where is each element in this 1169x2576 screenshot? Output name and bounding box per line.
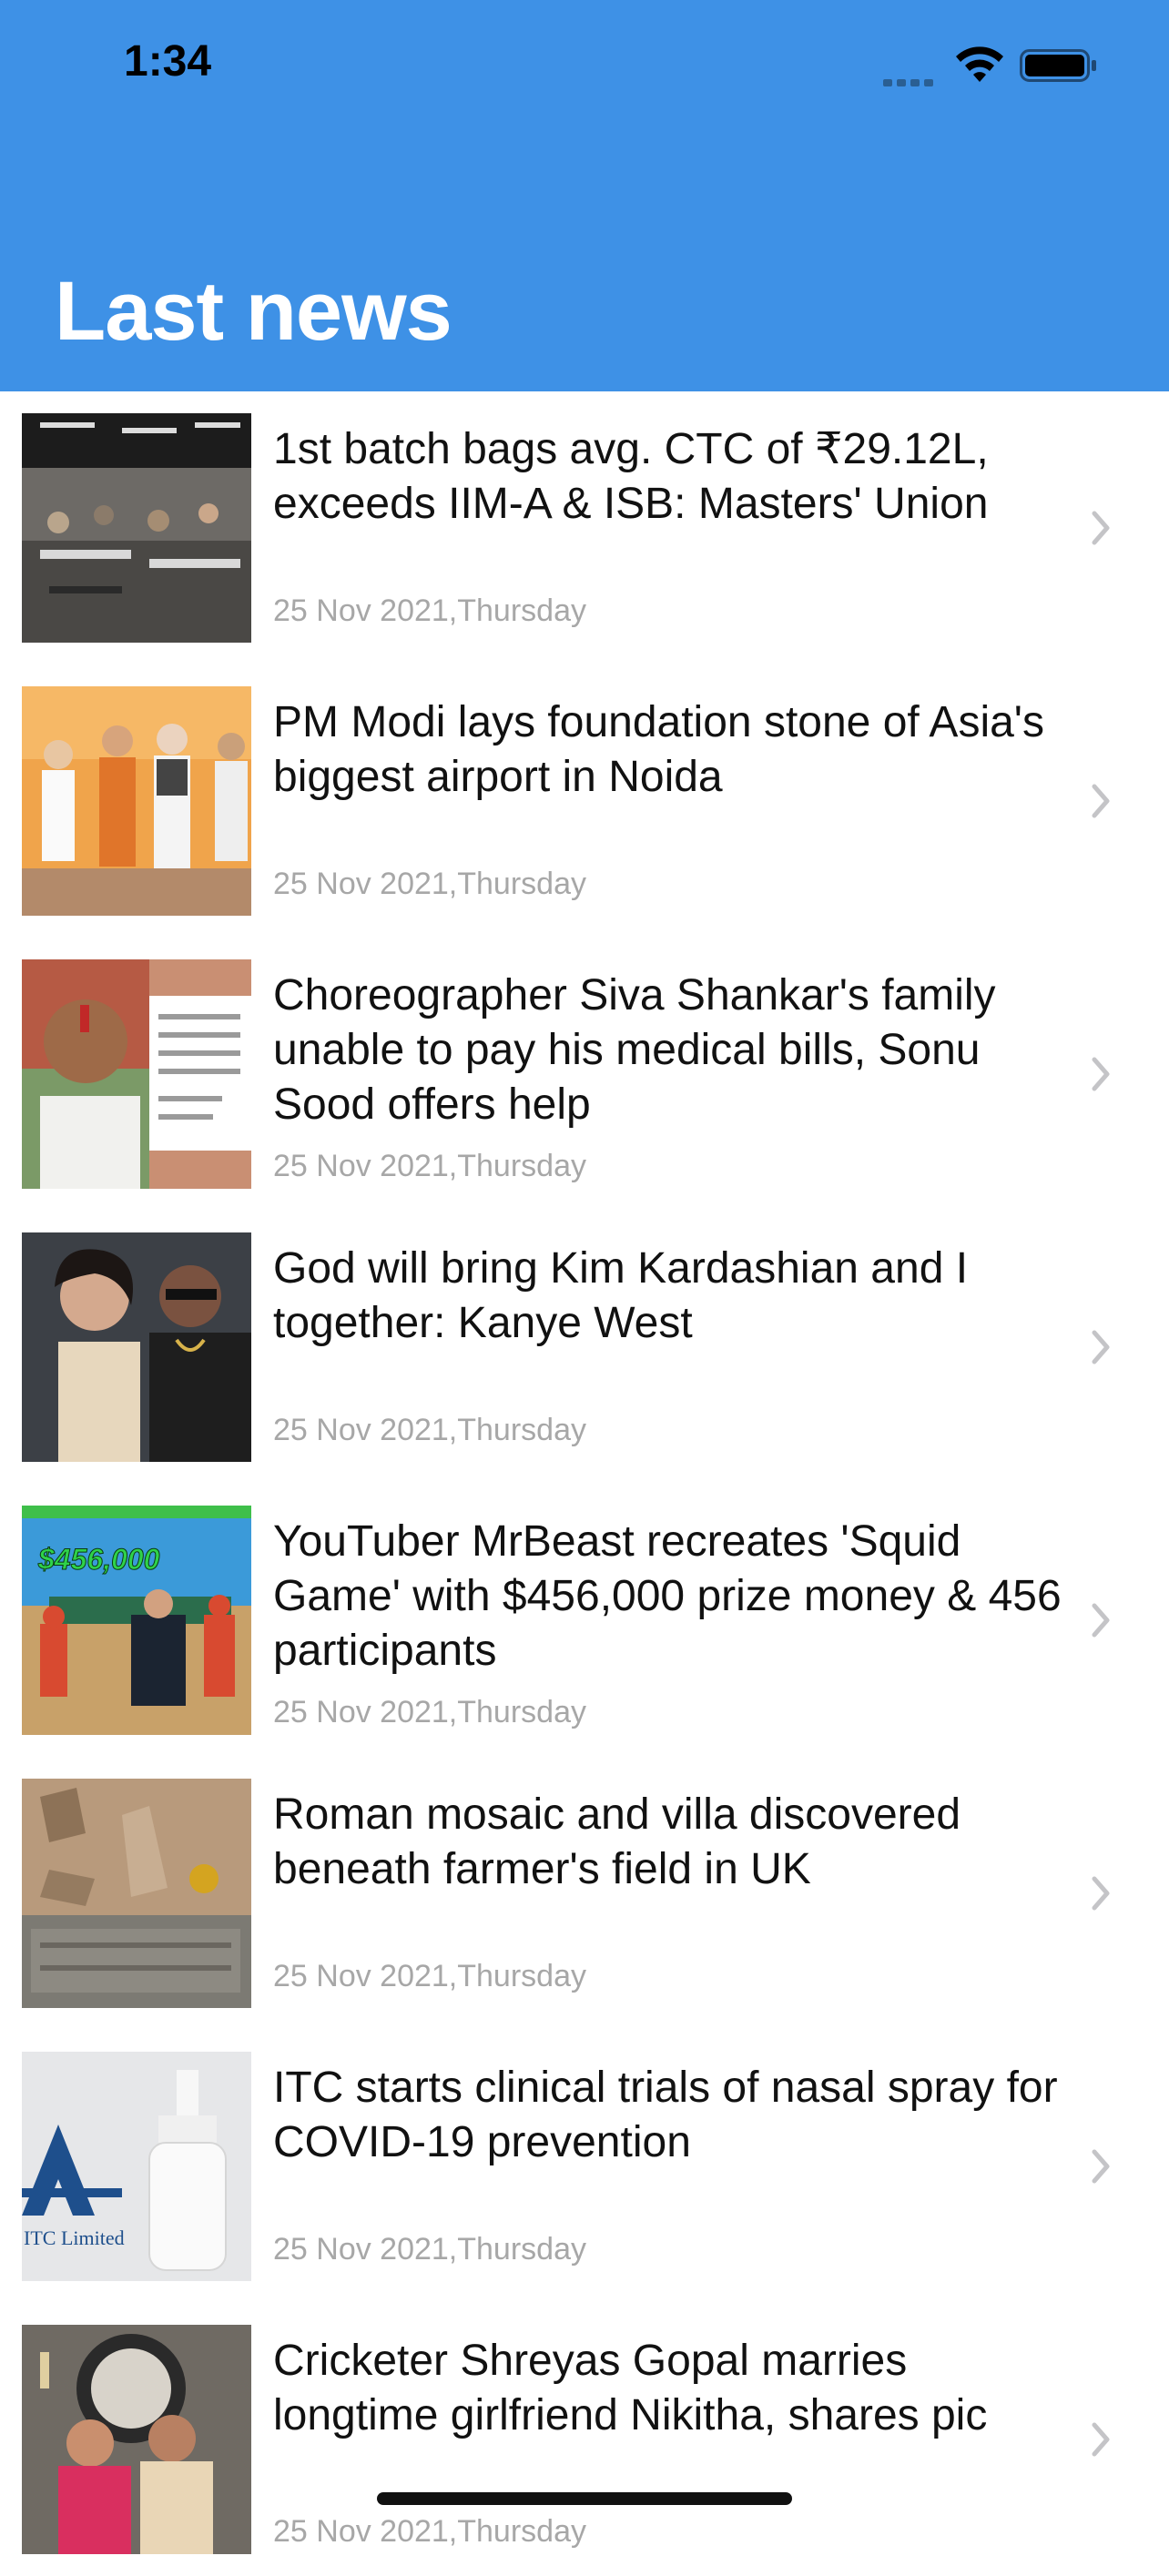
news-row[interactable]: God will bring Kim Kardashian and I toge… (0, 1211, 1169, 1484)
page-title: Last news (55, 265, 452, 358)
news-headline: God will bring Kim Kardashian and I toge… (273, 1244, 969, 1347)
thumb-prize-text: $456,000 (37, 1543, 160, 1576)
news-list: 1st batch bags avg. CTC of ₹29.12L, exce… (0, 391, 1169, 2576)
home-indicator[interactable] (377, 2492, 792, 2505)
news-row[interactable]: $456,000 YouTuber MrBeast recreates 'Squ… (0, 1484, 1169, 1757)
news-date: 25 Nov 2021,Thursday (273, 593, 586, 628)
chevron-right-icon (1092, 511, 1110, 545)
status-time: 1:34 (124, 37, 212, 86)
news-thumbnail: $456,000 (22, 1506, 251, 1735)
news-date: 25 Nov 2021,Thursday (273, 867, 586, 901)
news-headline: Choreographer Siva Shankar's family unab… (273, 971, 996, 1129)
news-headline: ITC starts clinical trials of nasal spra… (273, 2064, 1058, 2166)
news-row[interactable]: PM Modi lays foundation stone of Asia's … (0, 664, 1169, 938)
news-thumbnail (22, 686, 251, 916)
news-row[interactable]: 1st batch bags avg. CTC of ₹29.12L, exce… (0, 391, 1169, 664)
news-thumbnail (22, 2325, 251, 2554)
news-thumbnail: ITC Limited (22, 2052, 251, 2281)
news-date: 25 Nov 2021,Thursday (273, 1695, 586, 1729)
news-date: 25 Nov 2021,Thursday (273, 2514, 586, 2549)
chevron-right-icon (1092, 1057, 1110, 1091)
news-date: 25 Nov 2021,Thursday (273, 2232, 586, 2267)
chevron-right-icon (1092, 2422, 1110, 2457)
chevron-right-icon (1092, 2149, 1110, 2184)
news-thumbnail (22, 1232, 251, 1462)
news-headline: YouTuber MrBeast recreates 'Squid Game' … (273, 1517, 1062, 1675)
news-headline: Roman mosaic and villa discovered beneat… (273, 1790, 961, 1893)
cellular-signal-icon (883, 75, 941, 86)
news-thumbnail (22, 959, 251, 1189)
news-headline: PM Modi lays foundation stone of Asia's … (273, 698, 1044, 801)
news-row[interactable]: Roman mosaic and villa discovered beneat… (0, 1757, 1169, 2030)
news-thumbnail (22, 413, 251, 643)
chevron-right-icon (1092, 1330, 1110, 1364)
news-thumbnail (22, 1779, 251, 2008)
news-date: 25 Nov 2021,Thursday (273, 1149, 586, 1183)
battery-icon (1020, 49, 1096, 82)
chevron-right-icon (1092, 1603, 1110, 1638)
wifi-icon (956, 46, 1003, 82)
chevron-right-icon (1092, 784, 1110, 818)
news-date: 25 Nov 2021,Thursday (273, 1959, 586, 1993)
news-row[interactable]: ITC Limited ITC starts clinical trials o… (0, 2030, 1169, 2303)
news-headline: 1st batch bags avg. CTC of ₹29.12L, exce… (273, 425, 989, 528)
news-row[interactable]: Choreographer Siva Shankar's family unab… (0, 938, 1169, 1211)
chevron-right-icon (1092, 1876, 1110, 1911)
thumb-brand-text: ITC Limited (24, 2226, 125, 2249)
navigation-header: 1:34 Last news (0, 0, 1169, 391)
news-row[interactable]: Cricketer Shreyas Gopal marries longtime… (0, 2303, 1169, 2576)
news-date: 25 Nov 2021,Thursday (273, 1413, 586, 1447)
news-headline: Cricketer Shreyas Gopal marries longtime… (273, 2337, 988, 2439)
